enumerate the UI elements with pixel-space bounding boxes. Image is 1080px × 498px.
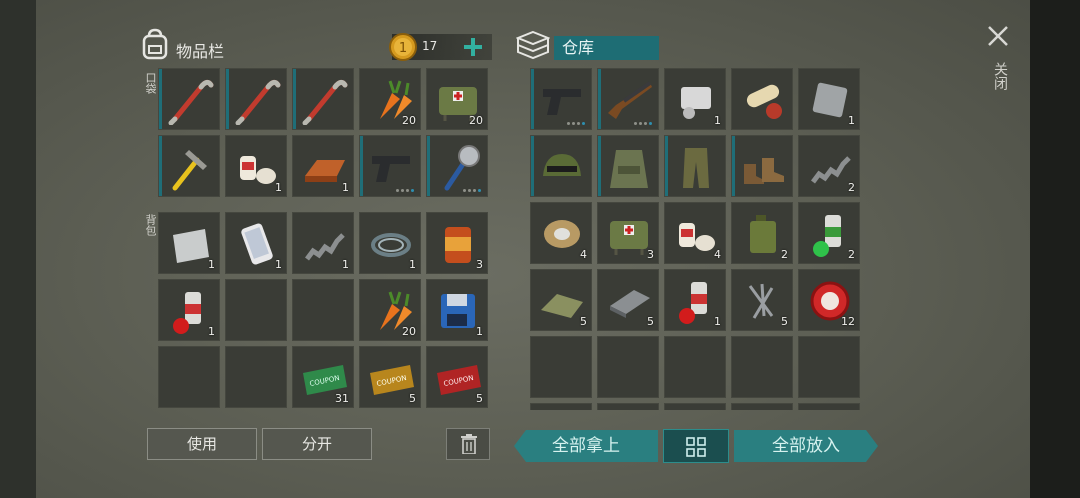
warehouse-slot[interactable] (664, 336, 726, 398)
use-button[interactable]: 使用 (147, 428, 257, 460)
warehouse-slot[interactable] (798, 336, 860, 398)
warehouse-slot[interactable] (530, 68, 592, 130)
close-icon[interactable] (986, 24, 1010, 52)
view-toggle-button[interactable] (663, 429, 729, 463)
warehouse-slot[interactable]: 2 (798, 202, 860, 264)
warehouse-slot[interactable] (731, 336, 793, 398)
item-count: 4 (580, 248, 587, 261)
warehouse-slot[interactable] (597, 135, 659, 197)
warehouse-slot[interactable]: 4 (530, 202, 592, 264)
item-count: 1 (714, 114, 721, 127)
item-count: 5 (647, 315, 654, 328)
warehouse-slot[interactable]: 1 (664, 269, 726, 331)
durability-dots (567, 122, 585, 125)
take-all-button[interactable]: 全部拿上 (514, 430, 658, 462)
warehouse-slot[interactable]: 5 (731, 269, 793, 331)
item-count: 12 (841, 315, 855, 328)
grid-view-icon (686, 437, 706, 461)
warehouse-grid[interactable]: 1 1 2 4 3 4 2 2 5 5 1 5 12 (0, 0, 1080, 410)
item-count: 5 (781, 315, 788, 328)
warehouse-slot[interactable]: 4 (664, 202, 726, 264)
split-button[interactable]: 分开 (262, 428, 372, 460)
warehouse-slot[interactable] (731, 135, 793, 197)
warehouse-slot[interactable]: 5 (530, 269, 592, 331)
warehouse-slot[interactable] (731, 68, 793, 130)
item-count: 1 (714, 315, 721, 328)
warehouse-slot[interactable] (798, 403, 860, 410)
warehouse-slot[interactable]: 1 (664, 68, 726, 130)
warehouse-slot[interactable]: 12 (798, 269, 860, 331)
trash-icon (460, 434, 478, 458)
durability-dots (634, 122, 652, 125)
warehouse-slot[interactable] (664, 135, 726, 197)
warehouse-slot[interactable]: 5 (597, 269, 659, 331)
item-count: 4 (714, 248, 721, 261)
warehouse-slot[interactable] (597, 68, 659, 130)
warehouse-slot[interactable] (530, 403, 592, 410)
warehouse-slot[interactable]: 1 (798, 68, 860, 130)
close-label[interactable]: 关闭 (990, 62, 1010, 90)
warehouse-slot[interactable]: 3 (597, 202, 659, 264)
item-count: 3 (647, 248, 654, 261)
warehouse-slot[interactable] (664, 403, 726, 410)
warehouse-slot[interactable] (597, 336, 659, 398)
warehouse-slot[interactable]: 2 (798, 135, 860, 197)
item-count: 2 (848, 181, 855, 194)
warehouse-slot[interactable] (597, 403, 659, 410)
item-count: 2 (848, 248, 855, 261)
warehouse-slot[interactable] (731, 403, 793, 410)
item-count: 2 (781, 248, 788, 261)
put-all-button[interactable]: 全部放入 (734, 430, 878, 462)
discard-button[interactable] (446, 428, 490, 460)
item-count: 1 (848, 114, 855, 127)
warehouse-slot[interactable]: 2 (731, 202, 793, 264)
item-count: 5 (580, 315, 587, 328)
warehouse-slot[interactable] (530, 336, 592, 398)
warehouse-slot[interactable] (530, 135, 592, 197)
